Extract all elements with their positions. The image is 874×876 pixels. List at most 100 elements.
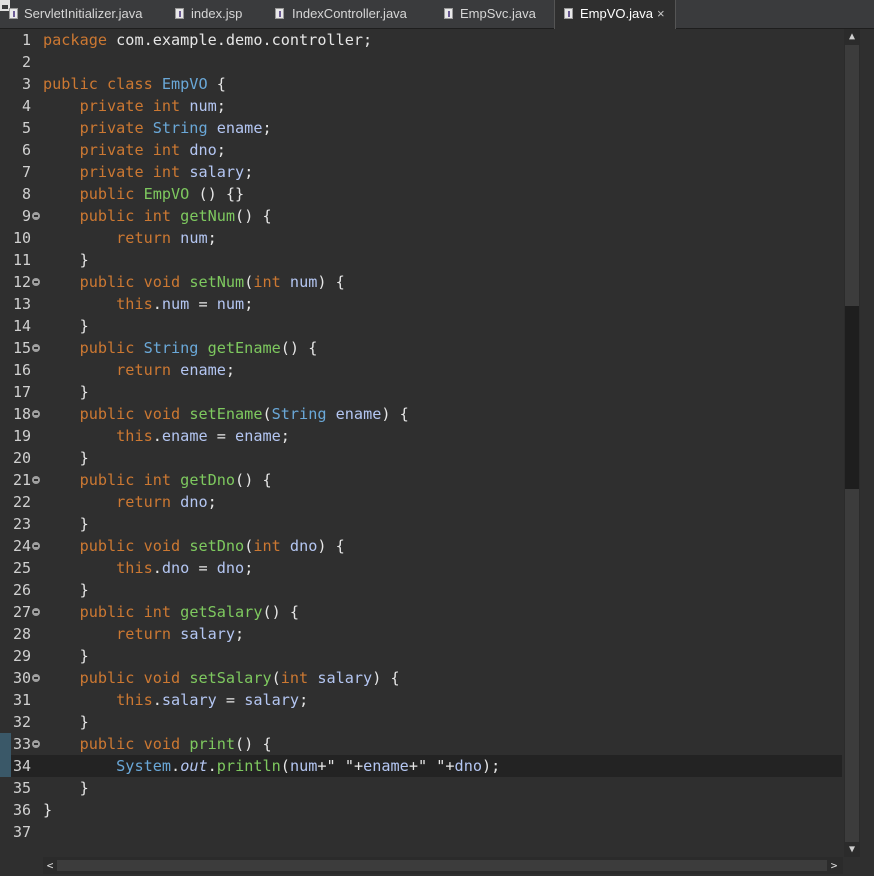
code-line[interactable]: 36} bbox=[0, 799, 842, 821]
code-line[interactable]: 12 public void setNum(int num) { bbox=[0, 271, 842, 293]
scroll-up-arrow-icon[interactable]: ▲ bbox=[844, 30, 860, 44]
code-line[interactable]: 34 System.out.println(num+" "+ename+" "+… bbox=[0, 755, 842, 777]
code-token: dno bbox=[180, 493, 208, 511]
code-token: ; bbox=[280, 427, 290, 445]
code-line[interactable]: 26 } bbox=[0, 579, 842, 601]
code-line[interactable]: 22 return dno; bbox=[0, 491, 842, 513]
code-line[interactable]: 11 } bbox=[0, 249, 842, 271]
fold-toggle-icon[interactable] bbox=[32, 740, 40, 748]
code-text: this.dno = dno; bbox=[43, 557, 253, 579]
code-token: salary bbox=[161, 691, 217, 709]
code-editor[interactable]: 1 package com.example.demo.controller; 2 3 p… bbox=[0, 29, 844, 857]
code-token: public void bbox=[79, 405, 190, 423]
code-line[interactable]: 21 public int getDno() { bbox=[0, 469, 842, 491]
code-line[interactable]: 35 } bbox=[0, 777, 842, 799]
line-number: 11 bbox=[12, 251, 31, 269]
tab-servlet-initializer[interactable]: ServletInitializer.java bbox=[0, 0, 162, 28]
line-number: 37 bbox=[12, 823, 31, 841]
scroll-left-arrow-icon[interactable]: < bbox=[43, 857, 57, 874]
code-line[interactable]: 29 } bbox=[0, 645, 842, 667]
code-token: int bbox=[253, 273, 290, 291]
line-number: 12 bbox=[12, 273, 31, 291]
code-text: public int getSalary() { bbox=[43, 601, 299, 623]
horizontal-scroll-track[interactable] bbox=[57, 860, 827, 871]
code-line[interactable]: 20 } bbox=[0, 447, 842, 469]
close-tab-icon[interactable]: × bbox=[657, 0, 665, 28]
code-token: } bbox=[43, 779, 89, 797]
code-line[interactable]: 24 public void setDno(int dno) { bbox=[0, 535, 842, 557]
scroll-down-arrow-icon[interactable]: ▼ bbox=[844, 843, 860, 857]
code-line[interactable]: 31 this.salary = salary; bbox=[0, 689, 842, 711]
fold-toggle-icon[interactable] bbox=[32, 608, 40, 616]
code-line[interactable]: 28 return salary; bbox=[0, 623, 842, 645]
code-token: ename bbox=[335, 405, 382, 423]
code-line[interactable]: 2 bbox=[0, 51, 842, 73]
code-token: () { bbox=[235, 471, 272, 489]
code-line[interactable]: 4 private int num; bbox=[0, 95, 842, 117]
code-line[interactable]: 23 } bbox=[0, 513, 842, 535]
line-number: 19 bbox=[12, 427, 31, 445]
code-token: salary bbox=[180, 625, 236, 643]
code-line[interactable]: 18 public void setEname(String ename) { bbox=[0, 403, 842, 425]
code-token: . bbox=[152, 559, 162, 577]
code-line[interactable]: 8 public EmpVO () {} bbox=[0, 183, 842, 205]
code-line[interactable]: 5 private String ename; bbox=[0, 117, 842, 139]
code-line[interactable]: 6 private int dno; bbox=[0, 139, 842, 161]
code-token: ename bbox=[180, 361, 226, 379]
code-token: ) { bbox=[381, 405, 409, 423]
code-line[interactable]: 13 this.num = num; bbox=[0, 293, 842, 315]
code-line[interactable]: 14 } bbox=[0, 315, 842, 337]
code-line[interactable]: 15 public String getEname() { bbox=[0, 337, 842, 359]
fold-toggle-icon[interactable] bbox=[32, 212, 40, 220]
line-number: 8 bbox=[21, 185, 31, 203]
code-line[interactable]: 33 public void print() { bbox=[0, 733, 842, 755]
code-line[interactable]: 25 this.dno = dno; bbox=[0, 557, 842, 579]
fold-toggle-icon[interactable] bbox=[32, 542, 40, 550]
code-token: = bbox=[216, 691, 245, 709]
code-token: ; bbox=[207, 229, 217, 247]
code-text: public class EmpVO { bbox=[43, 73, 226, 95]
code-line[interactable]: 30 public void setSalary(int salary) { bbox=[0, 667, 842, 689]
fold-toggle-icon[interactable] bbox=[32, 476, 40, 484]
code-token: num bbox=[161, 295, 190, 313]
tab-index-controller[interactable]: IndexController.java bbox=[266, 0, 428, 28]
code-token: this bbox=[116, 559, 153, 577]
line-number: 15 bbox=[12, 339, 31, 357]
line-number: 21 bbox=[12, 471, 31, 489]
code-token: . bbox=[152, 691, 162, 709]
code-line[interactable]: 9 public int getNum() { bbox=[0, 205, 842, 227]
code-line[interactable]: 10 return num; bbox=[0, 227, 842, 249]
code-text: private int num; bbox=[43, 95, 226, 117]
code-token: } bbox=[43, 801, 53, 819]
fold-toggle-icon[interactable] bbox=[32, 344, 40, 352]
code-line[interactable]: 3 public class EmpVO { bbox=[0, 73, 842, 95]
scroll-right-arrow-icon[interactable]: > bbox=[827, 857, 841, 874]
code-line[interactable]: 27 public int getSalary() { bbox=[0, 601, 842, 623]
tab-index-jsp[interactable]: index.jsp bbox=[166, 0, 262, 28]
code-token: { bbox=[207, 75, 226, 93]
code-token: public int bbox=[79, 207, 181, 225]
code-token: ; bbox=[262, 119, 272, 137]
code-line[interactable]: 19 this.ename = ename; bbox=[0, 425, 842, 447]
line-number: 28 bbox=[12, 625, 31, 643]
vertical-scroll-thumb[interactable] bbox=[845, 306, 859, 489]
code-token: ; bbox=[225, 361, 236, 379]
code-line[interactable]: 7 private int salary; bbox=[0, 161, 842, 183]
code-token: private int bbox=[79, 163, 190, 181]
tab-empvo[interactable]: EmpVO.java × bbox=[554, 0, 676, 29]
code-line[interactable]: 37 bbox=[0, 821, 842, 843]
code-token: println bbox=[216, 757, 281, 775]
fold-toggle-icon[interactable] bbox=[32, 410, 40, 418]
code-line[interactable]: 32 } bbox=[0, 711, 842, 733]
code-line[interactable]: 1 package com.example.demo.controller; bbox=[0, 29, 842, 51]
tab-empsvc[interactable]: EmpSvc.java bbox=[434, 0, 550, 28]
code-line[interactable]: 16 return ename; bbox=[0, 359, 842, 381]
fold-toggle-icon[interactable] bbox=[32, 278, 40, 286]
code-token: salary bbox=[244, 691, 300, 709]
code-line[interactable]: 17 } bbox=[0, 381, 842, 403]
fold-toggle-icon[interactable] bbox=[32, 674, 40, 682]
